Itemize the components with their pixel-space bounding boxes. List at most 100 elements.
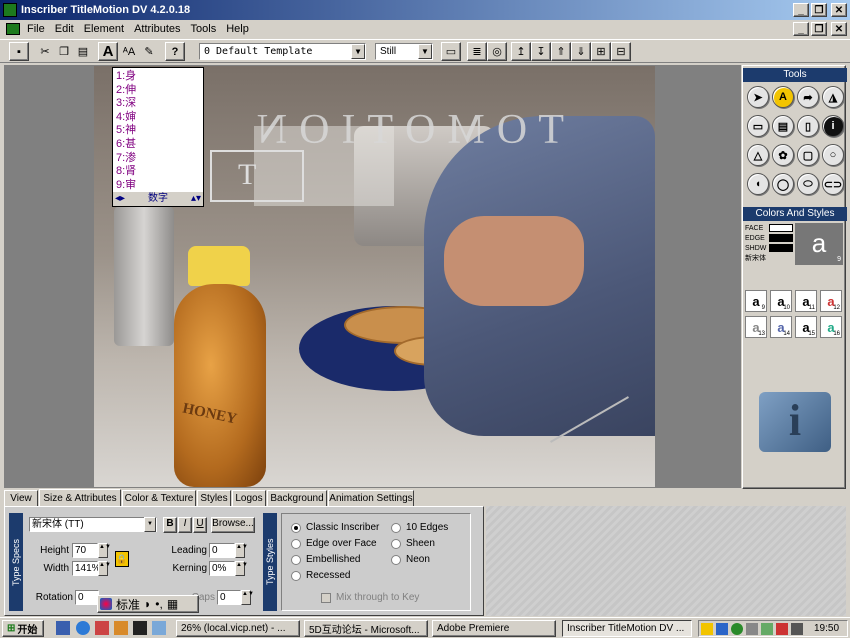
bold-button[interactable]: B: [163, 517, 177, 533]
face-swatch[interactable]: [769, 224, 793, 232]
candidate-item[interactable]: 9:审: [116, 179, 200, 193]
tab-view[interactable]: View: [4, 490, 38, 507]
move-up-icon[interactable]: ↥: [511, 42, 531, 61]
shadow-swatch[interactable]: [769, 244, 793, 252]
tab-styles[interactable]: Styles: [197, 490, 231, 507]
rect-icon[interactable]: ▭: [747, 115, 769, 137]
close-icon[interactable]: ✕: [831, 3, 847, 17]
folder-icon[interactable]: [152, 621, 166, 635]
swirl-icon[interactable]: ✿: [772, 144, 794, 166]
task-inscriber[interactable]: Inscriber TitleMotion DV ...: [562, 620, 692, 637]
text-icon[interactable]: A: [772, 86, 794, 108]
task-browser-1[interactable]: 26% (local.vicp.net) - ...: [176, 620, 300, 637]
rotation-field[interactable]: 0: [75, 590, 99, 605]
style-swatch[interactable]: a 11: [795, 290, 817, 312]
capsule-icon[interactable]: ⊂⊃: [822, 173, 844, 195]
browse-button[interactable]: Browse...: [211, 517, 255, 533]
task-premiere[interactable]: Adobe Premiere: [432, 620, 556, 637]
doc-restore-icon[interactable]: ❐: [811, 22, 827, 36]
candidate-item[interactable]: 7:渗: [116, 152, 200, 166]
italic-button[interactable]: I: [178, 517, 192, 533]
candidate-item[interactable]: 8:肾: [116, 165, 200, 179]
width-stepper[interactable]: ▲▼: [98, 561, 111, 576]
half-circle-icon[interactable]: ◖: [747, 173, 769, 195]
style-swatch[interactable]: a 12: [820, 290, 842, 312]
chevron-down-icon[interactable]: ▼: [351, 44, 365, 59]
outlook-icon[interactable]: [95, 621, 109, 635]
lock-icon[interactable]: 🔒: [115, 551, 129, 567]
tab-logos[interactable]: Logos: [232, 490, 266, 507]
text-selection-box[interactable]: T: [210, 150, 304, 202]
menu-file[interactable]: File: [22, 23, 50, 35]
select-icon[interactable]: ➤: [747, 86, 769, 108]
punctuation-icon[interactable]: •,: [155, 597, 163, 611]
width-field[interactable]: 141%: [72, 561, 101, 576]
font-size-icon[interactable]: ᴬA: [119, 42, 139, 61]
copy-icon[interactable]: ❐: [54, 42, 74, 61]
tab-animation-settings[interactable]: Animation Settings: [328, 490, 414, 507]
radio-classic-inscriber[interactable]: [291, 523, 301, 533]
tray-network-icon[interactable]: [716, 622, 728, 635]
ungroup-icon[interactable]: ⊟: [611, 42, 631, 61]
tray-tool-icon[interactable]: [761, 622, 773, 635]
radio-sheen[interactable]: [391, 539, 401, 549]
template-combo[interactable]: 0 Default Template ▼: [199, 43, 366, 60]
tall-rect-icon[interactable]: ▯: [797, 115, 819, 137]
leading-stepper[interactable]: ▲▼: [235, 543, 248, 558]
candidate-item[interactable]: 2:伸: [116, 84, 200, 98]
minimize-icon[interactable]: _: [793, 3, 809, 17]
face-row[interactable]: FACE: [745, 223, 795, 233]
tab-size-attributes[interactable]: Size & Attributes: [39, 489, 121, 507]
page-next-icon[interactable]: ▴▾: [191, 192, 201, 206]
oval-icon[interactable]: ⬭: [797, 173, 819, 195]
radio-recessed[interactable]: [291, 571, 301, 581]
menu-tools[interactable]: Tools: [186, 23, 222, 35]
group-icon[interactable]: ⊞: [591, 42, 611, 61]
radio-10-edges[interactable]: [391, 523, 401, 533]
half-width-icon[interactable]: ◗: [144, 597, 151, 611]
info-icon[interactable]: i: [822, 115, 844, 137]
caps-field[interactable]: 0: [217, 590, 241, 605]
candidate-item[interactable]: 5:神: [116, 124, 200, 138]
height-field[interactable]: 70: [72, 543, 98, 558]
task-browser-2[interactable]: 5D互动论坛 - Microsoft...: [304, 620, 428, 637]
ime-candidate-list[interactable]: 1:身 2:伸 3:深 4:婶 5:神 6:甚 7:渗 8:肾 9:审 ◂▸ 数…: [112, 67, 204, 207]
height-stepper[interactable]: ▲▼: [98, 543, 111, 558]
style-swatch[interactable]: a9: [745, 290, 767, 312]
text-path-icon[interactable]: ◮: [822, 86, 844, 108]
candidate-item[interactable]: 4:婶: [116, 111, 200, 125]
app-quicklaunch-icon[interactable]: [114, 621, 128, 635]
style-swatch[interactable]: a 15: [795, 316, 817, 338]
restore-icon[interactable]: ❐: [811, 3, 827, 17]
font-select[interactable]: 新宋体 (TT) ▼: [29, 517, 157, 532]
volume-icon[interactable]: [791, 622, 803, 635]
menu-help[interactable]: Help: [221, 23, 254, 35]
kerning-stepper[interactable]: ▲▼: [235, 561, 248, 576]
media-icon[interactable]: [133, 621, 147, 635]
ime-status-bar[interactable]: 标准 ◗ •, ▦: [97, 595, 199, 613]
rounded-rect-icon[interactable]: ▢: [797, 144, 819, 166]
style-preview[interactable]: a 9: [795, 223, 843, 265]
candidate-item[interactable]: 6:甚: [116, 138, 200, 152]
candidate-item[interactable]: 1:身: [116, 70, 200, 84]
menu-edit[interactable]: Edit: [50, 23, 79, 35]
chevron-down-icon[interactable]: ▼: [144, 517, 156, 532]
underline-button[interactable]: U: [193, 517, 207, 533]
style-swatch[interactable]: a 10: [770, 290, 792, 312]
doc-minimize-icon[interactable]: _: [793, 22, 809, 36]
mode-combo[interactable]: Still ▼: [375, 43, 433, 60]
tab-background[interactable]: Background: [267, 490, 327, 507]
page-prev-icon[interactable]: ◂▸: [115, 192, 125, 206]
move-icon[interactable]: ➦: [797, 86, 819, 108]
font-icon[interactable]: A: [98, 42, 118, 61]
brush-icon[interactable]: ✎: [139, 42, 159, 61]
tray-app-icon[interactable]: [701, 622, 713, 635]
caps-stepper[interactable]: ▲▼: [241, 590, 254, 605]
edge-row[interactable]: EDGE: [745, 233, 795, 243]
circle-icon[interactable]: ○: [822, 144, 844, 166]
frame-icon[interactable]: ▤: [772, 115, 794, 137]
tray-alert-icon[interactable]: [776, 622, 788, 635]
triangle-icon[interactable]: △: [747, 144, 769, 166]
paste-icon[interactable]: ▤: [73, 42, 93, 61]
text-layout-icon[interactable]: ≣: [467, 42, 487, 61]
